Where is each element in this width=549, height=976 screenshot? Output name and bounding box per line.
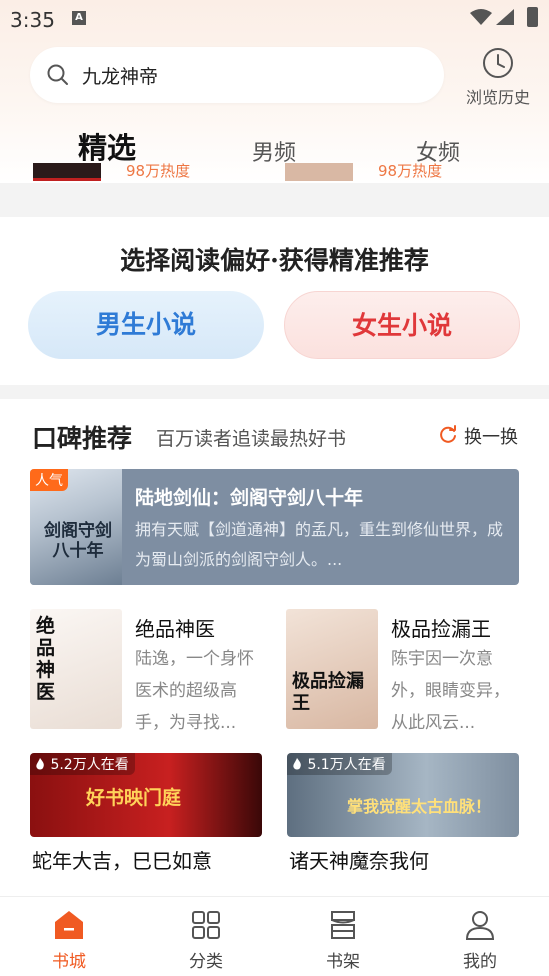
preference-title: 选择阅读偏好·获得精准推荐 xyxy=(120,246,429,275)
nav-profile[interactable]: 我的 xyxy=(440,909,520,972)
book-item[interactable]: 绝品神医 绝品神医 陆逸，一个身怀医术的超级高手，为寻找... xyxy=(30,609,270,733)
refresh-icon xyxy=(440,425,456,443)
promo-banner[interactable]: 5.1万人在看 掌我觉醒太古血脉！ xyxy=(287,753,519,837)
notification-icon: A xyxy=(72,11,86,25)
featured-book-card[interactable]: 剑阁守剑八十年 人气 陆地剑仙：剑阁守剑八十年 拥有天赋【剑道通神】的孟凡，重生… xyxy=(30,469,519,585)
banner-title[interactable]: 蛇年大吉，巳巳如意 xyxy=(32,845,212,874)
signal-icon xyxy=(496,9,514,25)
viewers-count: 5.1万人在看 xyxy=(307,757,386,773)
fire-icon xyxy=(293,758,301,770)
book-cover: 极品捡漏王 xyxy=(286,609,378,729)
nav-label: 书城 xyxy=(52,952,86,972)
nav-bookshelf[interactable]: 书架 xyxy=(303,909,383,972)
book-description: 陆逸，一个身怀医术的超级高手，为寻找... xyxy=(135,649,254,733)
nav-category[interactable]: 分类 xyxy=(166,909,246,972)
section-title: 口碑推荐 xyxy=(32,424,133,453)
nav-label: 分类 xyxy=(189,952,223,972)
peek-cover[interactable] xyxy=(33,163,101,181)
promo-banner[interactable]: 5.2万人在看 好书映门庭 xyxy=(30,753,262,837)
preference-card: 选择阅读偏好·获得精准推荐 男生小说 女生小说 xyxy=(0,217,549,385)
bookshelf-icon xyxy=(331,911,355,939)
popular-badge: 人气 xyxy=(30,469,68,491)
nav-label: 书架 xyxy=(326,952,360,972)
status-bar: 3:35 A xyxy=(0,0,549,38)
fire-icon xyxy=(36,758,44,770)
peek-cover[interactable] xyxy=(285,163,353,181)
cover-text: 极品捡漏王 xyxy=(292,671,364,714)
book-cover: 绝品神医 xyxy=(30,609,122,729)
viewers-count: 5.2万人在看 xyxy=(50,757,129,773)
peek-heat: 98万热度 xyxy=(378,162,443,180)
peek-heat: 98万热度 xyxy=(126,162,191,180)
cover-text: 绝品神医 xyxy=(36,615,56,703)
profile-icon xyxy=(465,911,495,940)
bottom-nav: 书城 分类 书架 我的 xyxy=(0,896,549,976)
female-novel-button[interactable]: 女生小说 xyxy=(284,291,520,359)
home-icon xyxy=(55,911,83,939)
section-subtitle: 百万读者追读最热好书 xyxy=(156,428,347,450)
nav-label: 我的 xyxy=(463,952,497,972)
clock-icon xyxy=(483,48,513,78)
search-input[interactable]: 九龙神帝 xyxy=(82,62,158,89)
viewers-badge: 5.2万人在看 xyxy=(30,753,135,775)
battery-icon xyxy=(527,7,538,27)
viewers-badge: 5.1万人在看 xyxy=(287,753,392,775)
recommend-section: 口碑推荐 百万读者追读最热好书 换一换 剑阁守剑八十年 人气 陆地剑仙：剑阁守剑… xyxy=(0,399,549,896)
cover-text: 剑阁守剑八十年 xyxy=(44,521,112,561)
male-novel-button[interactable]: 男生小说 xyxy=(28,291,264,359)
nav-bookstore[interactable]: 书城 xyxy=(29,909,109,972)
history-button[interactable]: 浏览历史 xyxy=(458,46,538,108)
status-time: 3:35 xyxy=(10,8,55,32)
banner-art-text: 好书映门庭 xyxy=(86,787,182,809)
wifi-icon xyxy=(470,9,492,25)
grid-icon xyxy=(192,911,220,939)
banner-title[interactable]: 诸天神魔奈我何 xyxy=(289,845,429,874)
book-title: 极品捡漏王 xyxy=(391,617,491,641)
refresh-label: 换一换 xyxy=(464,427,518,448)
book-description: 拥有天赋【剑道通神】的孟凡，重生到修仙世界，成为蜀山剑派的剑阁守剑人。... xyxy=(135,520,504,569)
book-item[interactable]: 极品捡漏王 极品捡漏王 陈宇因一次意外，眼睛变异，从此风云... xyxy=(286,609,526,733)
history-label: 浏览历史 xyxy=(465,88,530,107)
book-title: 绝品神医 xyxy=(135,617,215,641)
search-icon xyxy=(47,64,68,85)
book-description: 陈宇因一次意外，眼睛变异，从此风云... xyxy=(391,649,510,733)
banner-art-text: 掌我觉醒太古血脉！ xyxy=(347,797,492,816)
search-bar[interactable]: 九龙神帝 xyxy=(30,47,444,103)
book-title: 陆地剑仙：剑阁守剑八十年 xyxy=(135,487,364,509)
